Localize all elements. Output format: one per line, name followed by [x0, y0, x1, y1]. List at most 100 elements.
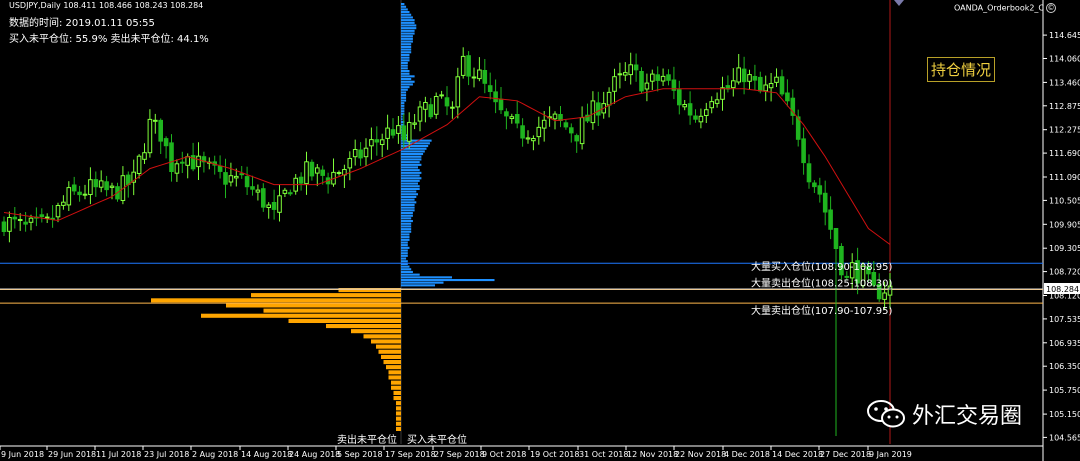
buy-histogram-bar [401, 201, 417, 204]
sell-histogram-bar [388, 370, 401, 375]
watermark-text: 外汇交易圈 [912, 404, 1023, 429]
candle-bull [136, 155, 142, 174]
buy-histogram-bar [401, 190, 417, 193]
candle-bear [569, 127, 574, 134]
candle-bull [379, 139, 385, 146]
buy-histogram-bar [401, 67, 408, 70]
y-tick-label: 106.350 [1049, 362, 1080, 371]
candle-bull [282, 189, 288, 194]
buy-histogram-bar [401, 276, 452, 279]
x-tick-label: 12 Nov 2018 [627, 450, 678, 459]
candle-bear [244, 176, 250, 188]
candle-bull [552, 113, 558, 120]
candle-bull [698, 115, 704, 123]
buy-histogram-bar [401, 254, 408, 257]
buy-histogram-bar [401, 179, 420, 182]
sell-histogram-bar [396, 406, 401, 411]
buy-histogram-bar [401, 158, 422, 161]
candle-bull [147, 118, 153, 154]
candle-bull [768, 83, 774, 89]
buy-histogram-bar [401, 228, 412, 231]
candle-bull [882, 292, 887, 300]
candle-bull [704, 109, 709, 116]
candle-bear [574, 135, 580, 142]
candle-bear [217, 165, 223, 172]
level-annotation: 大量卖出仓位(108.25-108.30) [751, 277, 892, 290]
buy-histogram-bar [401, 3, 405, 6]
buy-histogram-bar [401, 249, 408, 252]
candle-bear [687, 103, 693, 116]
candle-bear [639, 71, 644, 92]
candle-bull [612, 76, 617, 92]
candle-bear [741, 68, 747, 83]
candle-bull [525, 137, 531, 140]
indicator-settings-icon[interactable]: © [1046, 3, 1057, 13]
sell-histogram-bar [363, 334, 401, 339]
candle-bear [504, 111, 509, 117]
candle-bull [536, 126, 542, 138]
buy-histogram-bar [401, 238, 410, 241]
candle-bear [514, 114, 520, 124]
y-tick-label: 112.275 [1049, 126, 1080, 135]
x-tick-label: 17 Sep 2018 [385, 450, 436, 459]
watermark: 外汇交易圈 [866, 398, 1022, 430]
candle-bull [747, 74, 752, 82]
candle-bull [590, 100, 596, 124]
buy-histogram-bar [401, 86, 410, 89]
x-tick-label: 31 Oct 2018 [579, 450, 628, 459]
candle-bear [71, 184, 77, 192]
candle-bear [563, 122, 569, 128]
x-tick-label: 14 Aug 2018 [241, 450, 292, 459]
buy-histogram-bar [401, 273, 420, 276]
candle-bull [196, 155, 201, 168]
buy-histogram-bar [401, 163, 422, 166]
candle-bull [315, 167, 320, 174]
sell-histogram-bar [288, 318, 401, 323]
y-tick-label: 105.150 [1049, 410, 1080, 419]
y-tick-label: 106.935 [1049, 339, 1080, 348]
buy-histogram-bar [401, 182, 418, 185]
candle-bull [369, 139, 374, 147]
candle-bear [493, 91, 498, 103]
sell-histogram-bar [393, 390, 401, 395]
buy-histogram-bar [401, 37, 413, 40]
sell-histogram-bar [326, 324, 401, 329]
candle-bear [693, 115, 698, 120]
buy-histogram-bar [401, 185, 420, 188]
buy-histogram-bar [401, 27, 417, 30]
sell-histogram-bar [396, 426, 401, 431]
y-tick-label: 112.875 [1049, 102, 1080, 111]
candle-bull [477, 69, 482, 80]
candle-bear [180, 161, 185, 164]
candle-bear [23, 221, 28, 225]
price-chart[interactable]: 大量买入仓位(108.90-108.95) 大量卖出仓位(108.25-108.3… [0, 0, 1080, 461]
buy-histogram-bar [401, 187, 420, 190]
x-tick-label: 27 Sep 2018 [434, 450, 485, 459]
buy-histogram-bar [401, 13, 412, 16]
candle-bear [12, 216, 18, 220]
buy-histogram-bar [401, 11, 410, 14]
candle-bull [455, 76, 461, 108]
level-annotation: 大量买入仓位(108.90-108.95) [751, 260, 892, 273]
candle-bull [185, 156, 190, 166]
sell-histogram-bar [381, 354, 401, 359]
symbol-info: USDJPY,Daily 108.411 108.466 108.243 108… [9, 1, 204, 10]
candle-bull [44, 216, 50, 219]
data-time-label: 数据的时间: 2019.01.11 05:55 [9, 18, 155, 29]
candle-bear [288, 192, 293, 195]
y-tick-label: 113.460 [1049, 78, 1080, 87]
candle-bear [223, 172, 228, 185]
candle-bear [812, 182, 817, 188]
level-annotation: 大量卖出仓位(107.90-107.95) [751, 304, 892, 317]
candle-bull [439, 94, 444, 97]
buy-histogram-bar [401, 220, 413, 223]
candle-bull [266, 204, 271, 208]
x-tick-label: 22 Nov 2018 [675, 450, 726, 459]
sell-histogram-bar [376, 344, 401, 349]
candle-bear [779, 76, 785, 95]
candle-bull [541, 119, 547, 129]
candle-bull [763, 84, 769, 92]
buy-histogram-bar [401, 35, 413, 38]
candle-bear [163, 138, 169, 147]
buy-histogram-bar [401, 118, 403, 121]
